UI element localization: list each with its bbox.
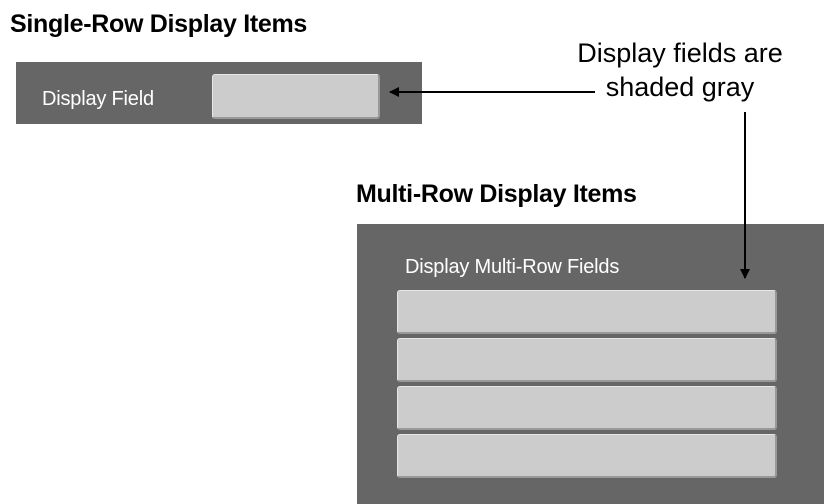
annotation-text: Display fields are shaded gray	[540, 36, 820, 104]
annotation-line-1: Display fields are	[577, 38, 783, 68]
multi-row-field[interactable]	[397, 338, 777, 382]
multi-row-fields-label: Display Multi-Row Fields	[405, 256, 620, 278]
multi-row-field[interactable]	[397, 386, 777, 430]
multi-row-panel: Display Multi-Row Fields	[357, 224, 824, 504]
annotation-line-2: shaded gray	[605, 72, 755, 102]
display-field[interactable]	[212, 74, 380, 119]
multi-row-heading: Multi-Row Display Items	[356, 180, 637, 208]
multi-row-field[interactable]	[397, 290, 777, 334]
multi-row-field[interactable]	[397, 434, 777, 478]
display-field-label: Display Field	[42, 88, 154, 110]
single-row-panel: Display Field	[16, 62, 422, 124]
single-row-heading: Single-Row Display Items	[10, 10, 308, 38]
